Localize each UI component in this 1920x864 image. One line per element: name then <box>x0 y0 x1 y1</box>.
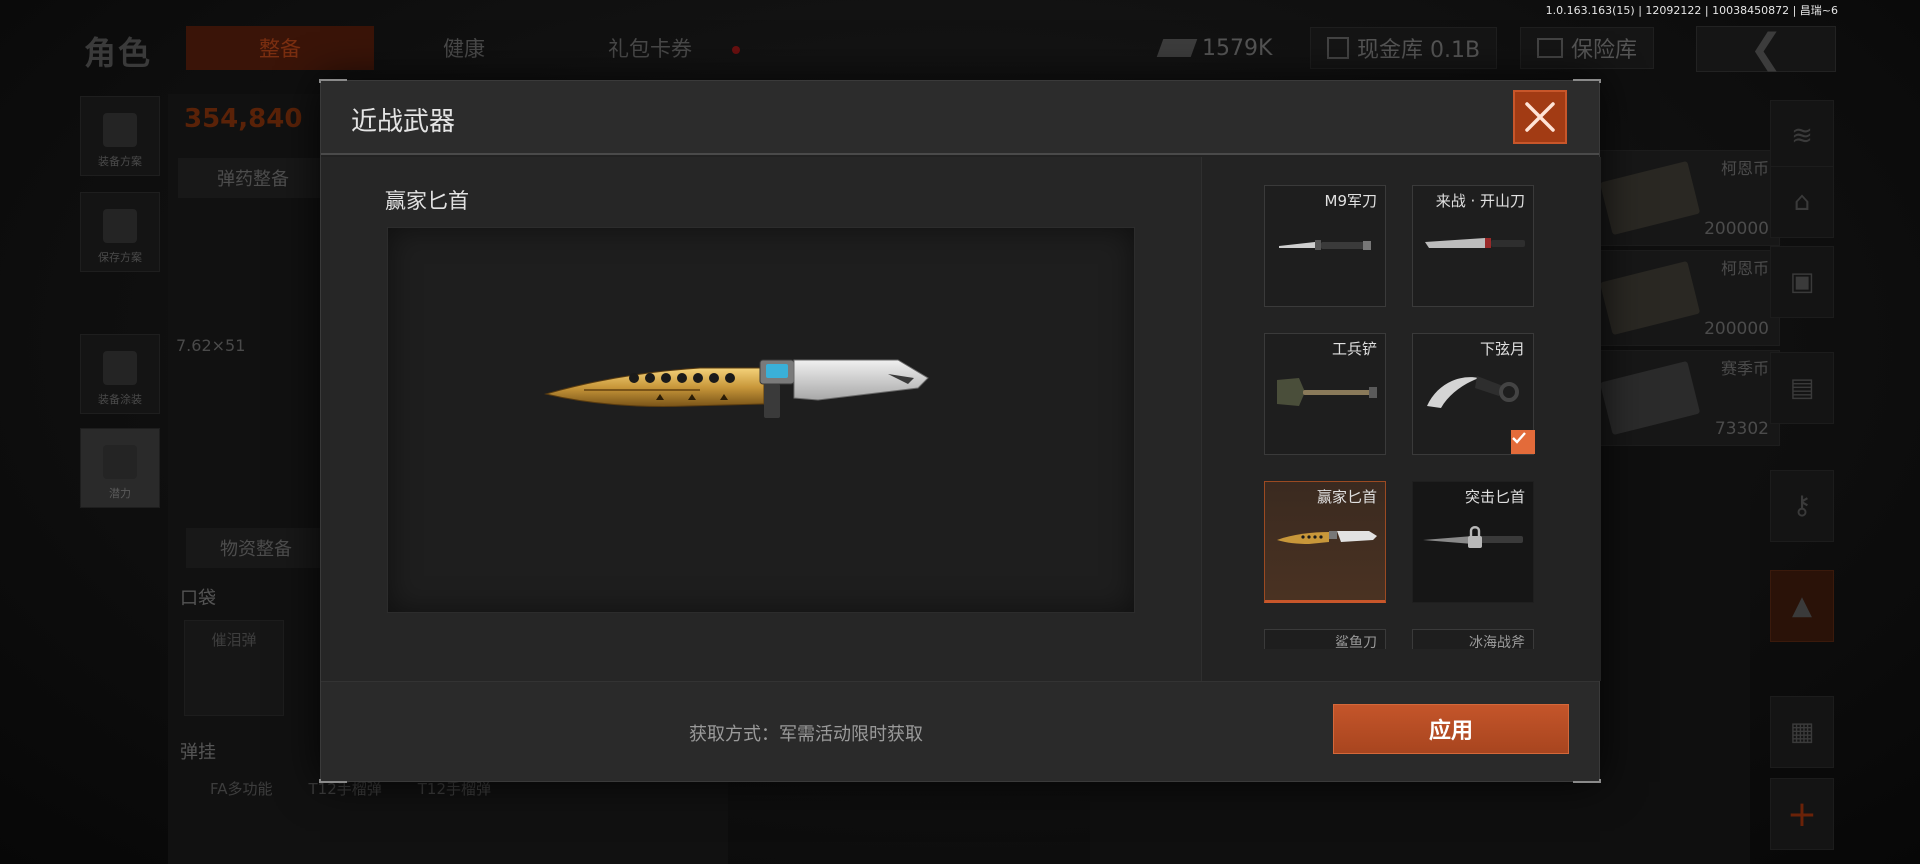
flame-icon[interactable]: ▲ <box>1770 570 1834 642</box>
left-menu-save[interactable]: 保存方案 <box>80 192 160 272</box>
insurance-icon <box>1537 38 1563 58</box>
build-info: 1.0.163.163(15) | 12092122 | 10038450872… <box>1545 4 1838 17</box>
currency-value: 200000 <box>1704 219 1769 239</box>
modal-header: 近战武器 <box>321 81 1599 155</box>
chest-icon[interactable]: ▤ <box>1770 352 1834 424</box>
tab-equip[interactable]: 整备 <box>186 26 374 70</box>
weapon-preview <box>387 227 1135 613</box>
currency-card[interactable]: 柯恩币 200000 <box>1596 250 1780 346</box>
assault-dagger-icon <box>1423 526 1523 548</box>
ammo-header[interactable]: 弹药整备 <box>178 158 328 198</box>
stack-icon[interactable]: ≋ <box>1770 100 1834 172</box>
modal-footer: 获取方式：军需活动限时获取 应用 <box>321 681 1599 781</box>
machete-icon <box>1425 238 1525 248</box>
insurance-label: 保险库 <box>1571 38 1638 63</box>
lock-icon <box>1468 526 1482 548</box>
close-button[interactable] <box>1513 90 1567 144</box>
cash-amount: 1579K <box>1202 35 1273 61</box>
weapon-card-locked[interactable]: 突击匕首 <box>1412 481 1534 603</box>
left-menu-label: 装备涂装 <box>98 393 142 406</box>
weapon-card[interactable]: 工兵铲 <box>1264 333 1386 455</box>
helmet-icon <box>103 351 137 385</box>
vault-label: 现金库 0.1B <box>1357 38 1481 63</box>
pocket-item-label: 催泪弹 <box>211 631 257 649</box>
weapon-list[interactable]: M9军刀 来战 · 开山刀 工兵铲 下弦月 赢家匕首 突击匕首 鲨鱼刀 冰海战斧 <box>1201 157 1601 681</box>
apply-button[interactable]: 应用 <box>1333 704 1569 754</box>
tab-gift-cards[interactable]: 礼包卡券 <box>556 26 744 70</box>
modal-title: 近战武器 <box>351 107 456 137</box>
hang-label: 弹挂 <box>180 742 216 763</box>
close-icon <box>1525 102 1555 132</box>
equipped-check-icon <box>1511 430 1535 454</box>
weapon-card-label: 鲨鱼刀 <box>1335 635 1377 649</box>
back-arrow-icon: ❮ <box>1749 26 1783 72</box>
banknote-icon <box>1599 160 1701 236</box>
add-icon[interactable]: + <box>1770 778 1834 850</box>
pocket-slot[interactable]: 催泪弹 <box>184 620 284 716</box>
weapon-card[interactable]: 冰海战斧 <box>1412 629 1534 649</box>
obtain-method-text: 获取方式：军需活动限时获取 <box>689 724 923 745</box>
cash-display: 1579K <box>1156 28 1273 68</box>
box-icon[interactable]: ▦ <box>1770 696 1834 768</box>
insurance-button[interactable]: 保险库 <box>1520 27 1655 69</box>
tab-health[interactable]: 健康 <box>370 26 558 70</box>
role-title: 角色 <box>84 34 153 72</box>
vault-icon <box>1327 37 1349 59</box>
left-menu-skin[interactable]: 装备涂装 <box>80 334 160 414</box>
melee-weapon-modal: 近战武器 赢家匕首 M9军刀 来战 · 开山刀 工兵铲 下弦月 赢家匕首 突击匕… <box>319 79 1601 783</box>
hang-item[interactable]: FA多功能 <box>210 778 273 799</box>
weapon-card-selected[interactable]: 赢家匕首 <box>1264 481 1386 603</box>
banknote-icon <box>1599 260 1701 336</box>
selected-weapon-name: 赢家匕首 <box>385 189 469 213</box>
key-icon[interactable]: ⚷ <box>1770 470 1834 542</box>
home-icon[interactable]: ⌂ <box>1770 166 1834 238</box>
banknote-icon <box>1599 360 1701 436</box>
weapon-card[interactable]: 来战 · 开山刀 <box>1412 185 1534 307</box>
bayonet-icon <box>1279 240 1371 250</box>
currency-name: 赛季币 <box>1720 359 1769 378</box>
left-menu-label: 潜力 <box>109 487 131 500</box>
weapon-card[interactable]: 鲨鱼刀 <box>1264 629 1386 649</box>
cash-icon <box>1156 39 1198 57</box>
notification-dot <box>732 46 740 54</box>
hexagon-bolt-icon <box>103 445 137 479</box>
gold-dagger-icon <box>1277 531 1377 544</box>
left-menu-label: 保存方案 <box>98 251 142 264</box>
gold-dagger-icon <box>544 359 929 418</box>
currency-card[interactable]: 柯恩币 200000 <box>1596 150 1780 246</box>
vest-icon <box>103 113 137 147</box>
weapon-card-label: 冰海战斧 <box>1469 635 1525 649</box>
currency-value: 200000 <box>1704 319 1769 339</box>
pocket-label: 口袋 <box>180 588 216 609</box>
currency-card[interactable]: 赛季币 73302 <box>1596 350 1780 446</box>
currency-value: 73302 <box>1714 419 1769 439</box>
money-amount: 354,840 <box>184 104 303 134</box>
left-menu-label: 装备方案 <box>98 155 142 168</box>
currency-name: 柯恩币 <box>1720 159 1769 178</box>
vault-button[interactable]: 现金库 0.1B <box>1310 27 1498 69</box>
shovel-icon <box>1277 378 1377 406</box>
left-menu-loadout[interactable]: 装备方案 <box>80 96 160 176</box>
supply-header[interactable]: 物资整备 <box>186 528 326 568</box>
back-button[interactable]: ❮ <box>1696 26 1836 72</box>
bag-icon[interactable]: ▣ <box>1770 246 1834 318</box>
top-bar: 角色 整备 健康 礼包卡券 1579K 现金库 0.1B 保险库 ❮ <box>0 20 1920 76</box>
download-icon <box>103 209 137 243</box>
weapon-card[interactable]: 下弦月 <box>1412 333 1535 455</box>
caliber-label: 7.62×51 <box>176 336 246 355</box>
currency-name: 柯恩币 <box>1720 259 1769 278</box>
weapon-card[interactable]: M9军刀 <box>1264 185 1386 307</box>
left-menu-potential[interactable]: 潜力 <box>80 428 160 508</box>
